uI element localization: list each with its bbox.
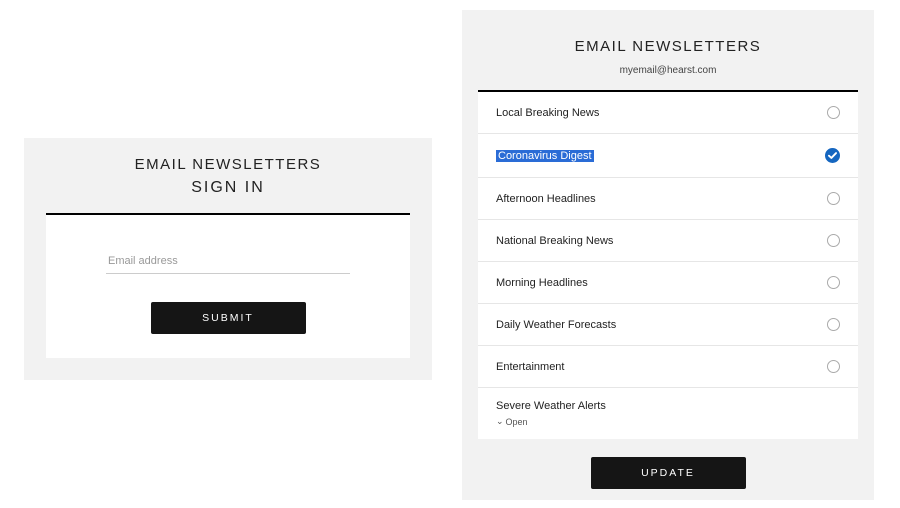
email-input[interactable] bbox=[106, 249, 350, 274]
signin-subtitle: SIGN IN bbox=[46, 179, 410, 197]
newsletter-label: National Breaking News bbox=[496, 235, 613, 247]
submit-button[interactable]: SUBMIT bbox=[151, 302, 306, 334]
radio-icon bbox=[827, 276, 840, 289]
newsletter-row[interactable]: Coronavirus Digest bbox=[478, 134, 858, 178]
newsletter-row[interactable]: National Breaking News bbox=[478, 220, 858, 262]
radio-icon bbox=[827, 192, 840, 205]
user-email: myemail@hearst.com bbox=[478, 65, 858, 76]
update-button[interactable]: UPDATE bbox=[591, 457, 746, 489]
newsletter-row[interactable]: Morning Headlines bbox=[478, 262, 858, 304]
signin-panel: EMAIL NEWSLETTERS SIGN IN SUBMIT bbox=[24, 138, 432, 380]
signin-card: SUBMIT bbox=[46, 213, 410, 358]
newsletter-title: EMAIL NEWSLETTERS bbox=[478, 38, 858, 55]
newsletter-label: Severe Weather Alerts bbox=[496, 400, 606, 412]
newsletter-row[interactable]: Local Breaking News bbox=[478, 92, 858, 134]
newsletter-label: Afternoon Headlines bbox=[496, 193, 596, 205]
newsletter-label: Coronavirus Digest bbox=[496, 150, 594, 162]
newsletter-row[interactable]: Daily Weather Forecasts bbox=[478, 304, 858, 346]
newsletter-panel: EMAIL NEWSLETTERS myemail@hearst.com Loc… bbox=[462, 10, 874, 500]
open-label: Open bbox=[506, 417, 528, 427]
newsletter-label: Daily Weather Forecasts bbox=[496, 319, 616, 331]
newsletter-label: Morning Headlines bbox=[496, 277, 588, 289]
check-icon bbox=[825, 148, 840, 163]
newsletter-label: Local Breaking News bbox=[496, 107, 599, 119]
newsletter-row[interactable]: Severe Weather Alerts ⌄ Open bbox=[478, 388, 858, 439]
signin-title: EMAIL NEWSLETTERS bbox=[46, 156, 410, 173]
newsletter-list: Local Breaking News Coronavirus Digest A… bbox=[478, 90, 858, 439]
expand-toggle[interactable]: ⌄ Open bbox=[496, 416, 528, 427]
newsletter-label: Entertainment bbox=[496, 361, 564, 373]
radio-icon bbox=[827, 234, 840, 247]
newsletter-row[interactable]: Entertainment bbox=[478, 346, 858, 388]
radio-icon bbox=[827, 360, 840, 373]
radio-icon bbox=[827, 106, 840, 119]
chevron-down-icon: ⌄ bbox=[496, 416, 504, 427]
radio-icon bbox=[827, 318, 840, 331]
newsletter-row[interactable]: Afternoon Headlines bbox=[478, 178, 858, 220]
